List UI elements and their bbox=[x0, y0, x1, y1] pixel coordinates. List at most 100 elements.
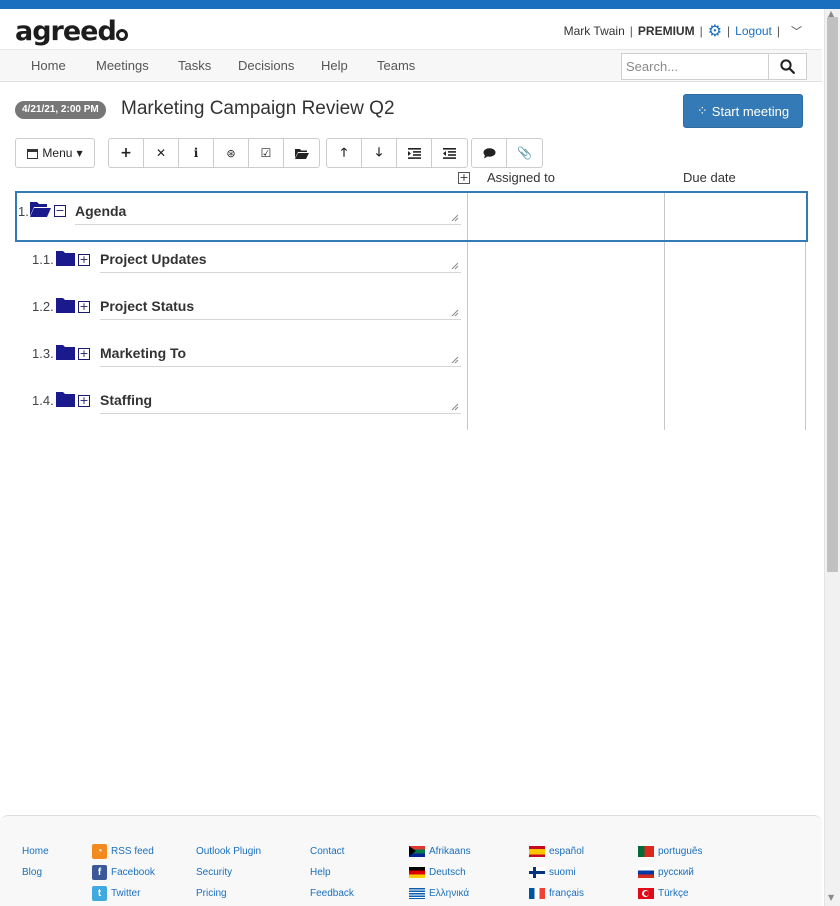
vertical-scrollbar[interactable]: ▲ ▼ bbox=[824, 9, 840, 906]
footer-link-twitter[interactable]: t Twitter bbox=[92, 883, 155, 904]
language-francais[interactable]: français bbox=[529, 883, 584, 904]
handshake-icon: ⊛ bbox=[226, 146, 236, 160]
info-button[interactable]: i bbox=[179, 139, 214, 167]
arrow-down-icon: 🡓 bbox=[375, 144, 383, 159]
meeting-title[interactable]: Marketing Campaign Review Q2 bbox=[121, 98, 395, 120]
collapse-icon[interactable]: − bbox=[54, 205, 66, 217]
flag-turkey-icon bbox=[638, 888, 654, 899]
resize-grip-icon[interactable] bbox=[451, 214, 459, 222]
search-icon bbox=[780, 59, 795, 74]
footer-link-label: Twitter bbox=[111, 888, 141, 899]
language-turkce[interactable]: Türkçe bbox=[638, 883, 702, 904]
add-item-button[interactable]: + bbox=[109, 139, 144, 167]
item-title-field[interactable]: Marketing To bbox=[100, 335, 461, 367]
footer-link-home[interactable]: Home bbox=[22, 841, 49, 862]
search-input[interactable] bbox=[622, 54, 768, 79]
expand-icon[interactable]: + bbox=[78, 395, 90, 407]
nav-meetings[interactable]: Meetings bbox=[96, 58, 149, 73]
item-number: 1.2. bbox=[32, 299, 54, 314]
item-title-field[interactable]: Project Status bbox=[100, 288, 461, 320]
expand-all-icon[interactable]: + bbox=[458, 172, 470, 184]
footer-column-support: Contact Help Feedback bbox=[310, 841, 354, 904]
footer-link-contact[interactable]: Contact bbox=[310, 841, 354, 862]
meeting-date-badge: 4/21/21, 2:00 PM bbox=[15, 101, 106, 119]
user-name: Mark Twain bbox=[563, 24, 625, 38]
separator: | bbox=[629, 24, 633, 38]
checkbox-icon: ☑ bbox=[260, 146, 272, 160]
expand-icon[interactable]: + bbox=[78, 301, 90, 313]
nav-home[interactable]: Home bbox=[31, 58, 66, 73]
flag-spain-icon bbox=[529, 846, 545, 857]
item-title: Staffing bbox=[100, 392, 153, 408]
logout-link[interactable]: Logout bbox=[735, 24, 772, 38]
language-label: Ελληνικά bbox=[429, 888, 470, 899]
item-title-field[interactable]: Agenda bbox=[75, 193, 461, 225]
footer-link-facebook[interactable]: f Facebook bbox=[92, 862, 155, 883]
footer-link-security[interactable]: Security bbox=[196, 862, 261, 883]
language-label: français bbox=[549, 888, 585, 899]
footer-column-social: ◔ RSS feed f Facebook t Twitter bbox=[92, 841, 155, 904]
agreedo-logo[interactable]: agreed bbox=[15, 16, 128, 47]
nav-help[interactable]: Help bbox=[321, 58, 348, 73]
flag-finland-icon bbox=[529, 867, 545, 878]
open-folder-button[interactable] bbox=[284, 139, 319, 167]
calendar-icon bbox=[27, 148, 39, 159]
language-espanol[interactable]: español bbox=[529, 841, 584, 862]
plan-badge: PREMIUM bbox=[637, 24, 695, 38]
item-title-field[interactable]: Staffing bbox=[100, 382, 461, 414]
language-portugues[interactable]: português bbox=[638, 841, 702, 862]
language-suomi[interactable]: suomi bbox=[529, 862, 584, 883]
nav-decisions[interactable]: Decisions bbox=[238, 58, 294, 73]
attachment-button[interactable]: 📎 bbox=[507, 139, 542, 167]
nav-tasks[interactable]: Tasks bbox=[178, 58, 211, 73]
scrollbar-thumb[interactable] bbox=[827, 17, 838, 572]
footer-link-pricing[interactable]: Pricing bbox=[196, 883, 261, 904]
scroll-down-arrow-icon[interactable]: ▼ bbox=[828, 893, 834, 902]
search-button[interactable] bbox=[768, 54, 806, 79]
expand-icon[interactable]: + bbox=[78, 348, 90, 360]
move-tools-group: 🡑 🡓 bbox=[326, 138, 468, 168]
chevron-down-icon[interactable]: ﹀ bbox=[791, 23, 802, 39]
footer-link-blog[interactable]: Blog bbox=[22, 862, 49, 883]
resize-grip-icon[interactable] bbox=[451, 262, 459, 270]
agreement-button[interactable]: ⊛ bbox=[214, 139, 249, 167]
close-icon: ✕ bbox=[155, 146, 167, 160]
language-afrikaans[interactable]: Afrikaans bbox=[409, 841, 471, 862]
outdent-button[interactable] bbox=[432, 139, 467, 167]
flag-greece-icon bbox=[409, 888, 425, 899]
item-title-field[interactable]: Project Updates bbox=[100, 241, 461, 273]
column-header-due-date[interactable]: Due date bbox=[683, 170, 736, 185]
item-title: Project Updates bbox=[100, 251, 207, 267]
flag-portugal-icon bbox=[638, 846, 654, 857]
expand-icon[interactable]: + bbox=[78, 254, 90, 266]
comment-icon bbox=[483, 147, 495, 158]
language-greek[interactable]: Ελληνικά bbox=[409, 883, 471, 904]
comment-button[interactable] bbox=[472, 139, 507, 167]
language-russian[interactable]: русский bbox=[638, 862, 702, 883]
page-footer: Home Blog ◔ RSS feed f Facebook t Twitter O… bbox=[0, 815, 822, 906]
resize-grip-icon[interactable] bbox=[451, 309, 459, 317]
move-up-button[interactable]: 🡑 bbox=[327, 139, 362, 167]
language-label: русский bbox=[658, 867, 694, 878]
menu-dropdown-button[interactable]: Menu ▼ bbox=[16, 139, 94, 167]
resize-grip-icon[interactable] bbox=[451, 403, 459, 411]
language-label: português bbox=[658, 846, 703, 857]
search-box bbox=[621, 53, 807, 80]
delete-item-button[interactable]: ✕ bbox=[144, 139, 179, 167]
footer-link-outlook-plugin[interactable]: Outlook Plugin bbox=[196, 841, 261, 862]
footer-link-feedback[interactable]: Feedback bbox=[310, 883, 354, 904]
move-down-button[interactable]: 🡓 bbox=[362, 139, 397, 167]
start-meeting-button[interactable]: ⁘ Start meeting bbox=[683, 94, 803, 128]
logo-wordmark: agreed bbox=[15, 16, 117, 47]
footer-link-help[interactable]: Help bbox=[310, 862, 354, 883]
task-button[interactable]: ☑ bbox=[249, 139, 284, 167]
language-deutsch[interactable]: Deutsch bbox=[409, 862, 471, 883]
indent-button[interactable] bbox=[397, 139, 432, 167]
info-icon: i bbox=[193, 146, 199, 160]
footer-link-rss[interactable]: ◔ RSS feed bbox=[92, 841, 155, 862]
column-header-assigned[interactable]: Assigned to bbox=[487, 170, 555, 185]
item-title: Marketing To bbox=[100, 345, 187, 361]
gear-icon[interactable]: ⚙ bbox=[708, 23, 722, 39]
resize-grip-icon[interactable] bbox=[451, 356, 459, 364]
nav-teams[interactable]: Teams bbox=[377, 58, 415, 73]
